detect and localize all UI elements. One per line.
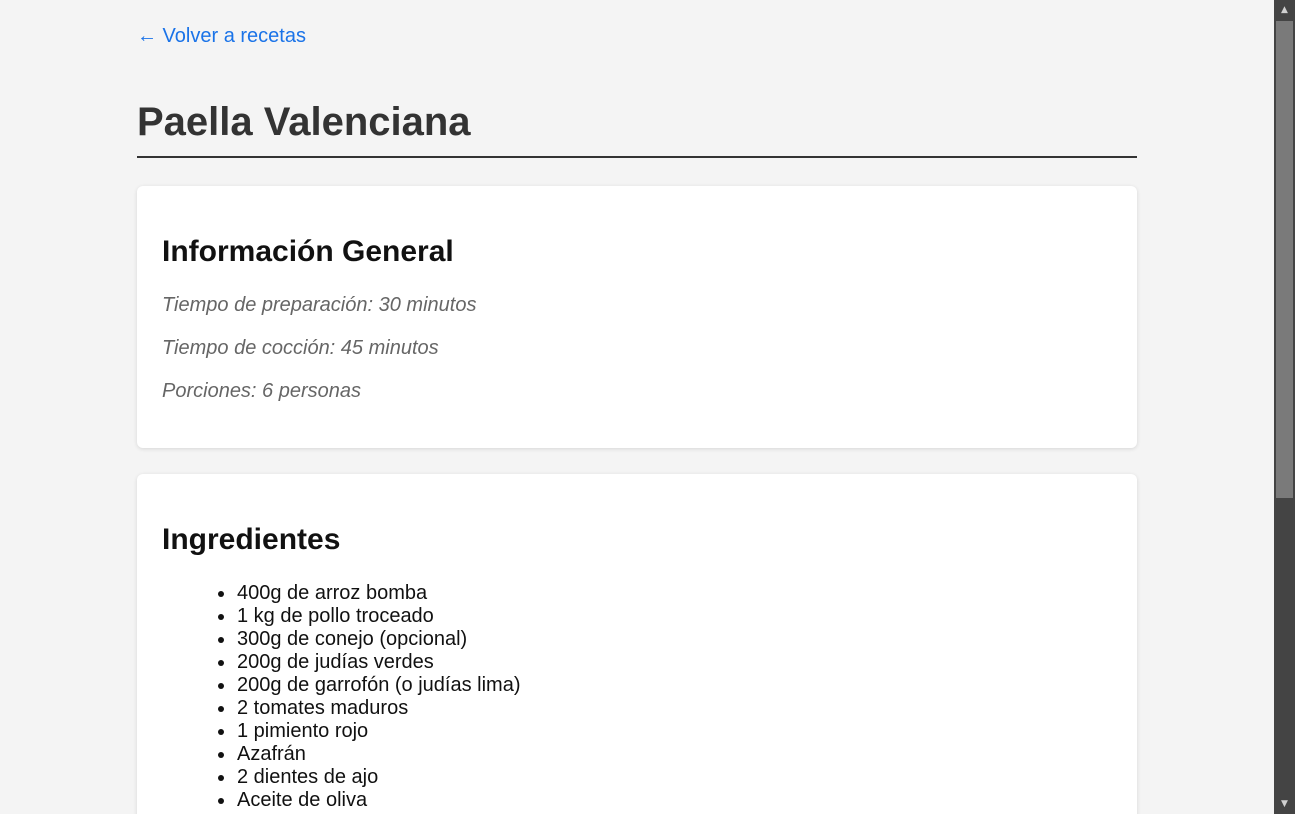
general-info-heading: Información General (162, 235, 454, 268)
ingredient-text: 1 kg de pollo troceado (237, 605, 434, 627)
page-title: Paella Valenciana (137, 100, 471, 144)
list-item: 1 pimiento rojo (218, 720, 521, 743)
title-divider (137, 156, 1137, 158)
ingredients-heading: Ingredientes (162, 523, 341, 556)
list-item: 200g de garrofón (o judías lima) (218, 674, 521, 697)
bullet-icon (218, 798, 224, 804)
bullet-icon (218, 729, 224, 735)
ingredient-text: 2 tomates maduros (237, 697, 409, 719)
bullet-icon (218, 591, 224, 597)
list-item: 2 tomates maduros (218, 697, 521, 720)
ingredient-text: Aceite de oliva (237, 789, 368, 811)
vertical-scrollbar[interactable]: ▲ ▼ (1274, 0, 1295, 814)
bullet-icon (218, 660, 224, 666)
scrollbar-thumb[interactable] (1276, 21, 1293, 498)
list-item: Azafrán (218, 743, 521, 766)
back-to-recipes-link[interactable]: ← Volver a recetas (137, 24, 306, 48)
ingredients-card: Ingredientes 400g de arroz bomba 1 kg de… (137, 474, 1137, 814)
ingredient-text: 400g de arroz bomba (237, 582, 428, 604)
general-info-card: Información General Tiempo de preparació… (137, 186, 1137, 448)
ingredients-list: 400g de arroz bomba 1 kg de pollo trocea… (218, 582, 521, 812)
bullet-icon (218, 637, 224, 643)
browser-viewport: ← Volver a recetas Paella Valenciana Inf… (0, 0, 1295, 814)
ingredient-text: 200g de judías verdes (237, 651, 434, 673)
cook-time-text: Tiempo de cocción: 45 minutos (162, 337, 439, 359)
ingredient-text: 200g de garrofón (o judías lima) (237, 674, 521, 696)
ingredient-text: 1 pimiento rojo (237, 720, 369, 742)
list-item: 200g de judías verdes (218, 651, 521, 674)
list-item: 1 kg de pollo troceado (218, 605, 521, 628)
ingredient-text: 300g de conejo (opcional) (237, 628, 468, 650)
list-item: 300g de conejo (opcional) (218, 628, 521, 651)
list-item: Aceite de oliva (218, 789, 521, 812)
scroll-down-arrow-icon[interactable]: ▼ (1274, 794, 1295, 814)
scroll-up-arrow-icon[interactable]: ▲ (1274, 0, 1295, 20)
list-item: 400g de arroz bomba (218, 582, 521, 605)
ingredient-text: 2 dientes de ajo (237, 766, 379, 788)
prep-time-text: Tiempo de preparación: 30 minutos (162, 294, 477, 316)
servings-text: Porciones: 6 personas (162, 380, 362, 402)
bullet-icon (218, 614, 224, 620)
ingredient-text: Azafrán (237, 743, 306, 765)
bullet-icon (218, 752, 224, 758)
bullet-icon (218, 683, 224, 689)
bullet-icon (218, 706, 224, 712)
bullet-icon (218, 775, 224, 781)
list-item: 2 dientes de ajo (218, 766, 521, 789)
